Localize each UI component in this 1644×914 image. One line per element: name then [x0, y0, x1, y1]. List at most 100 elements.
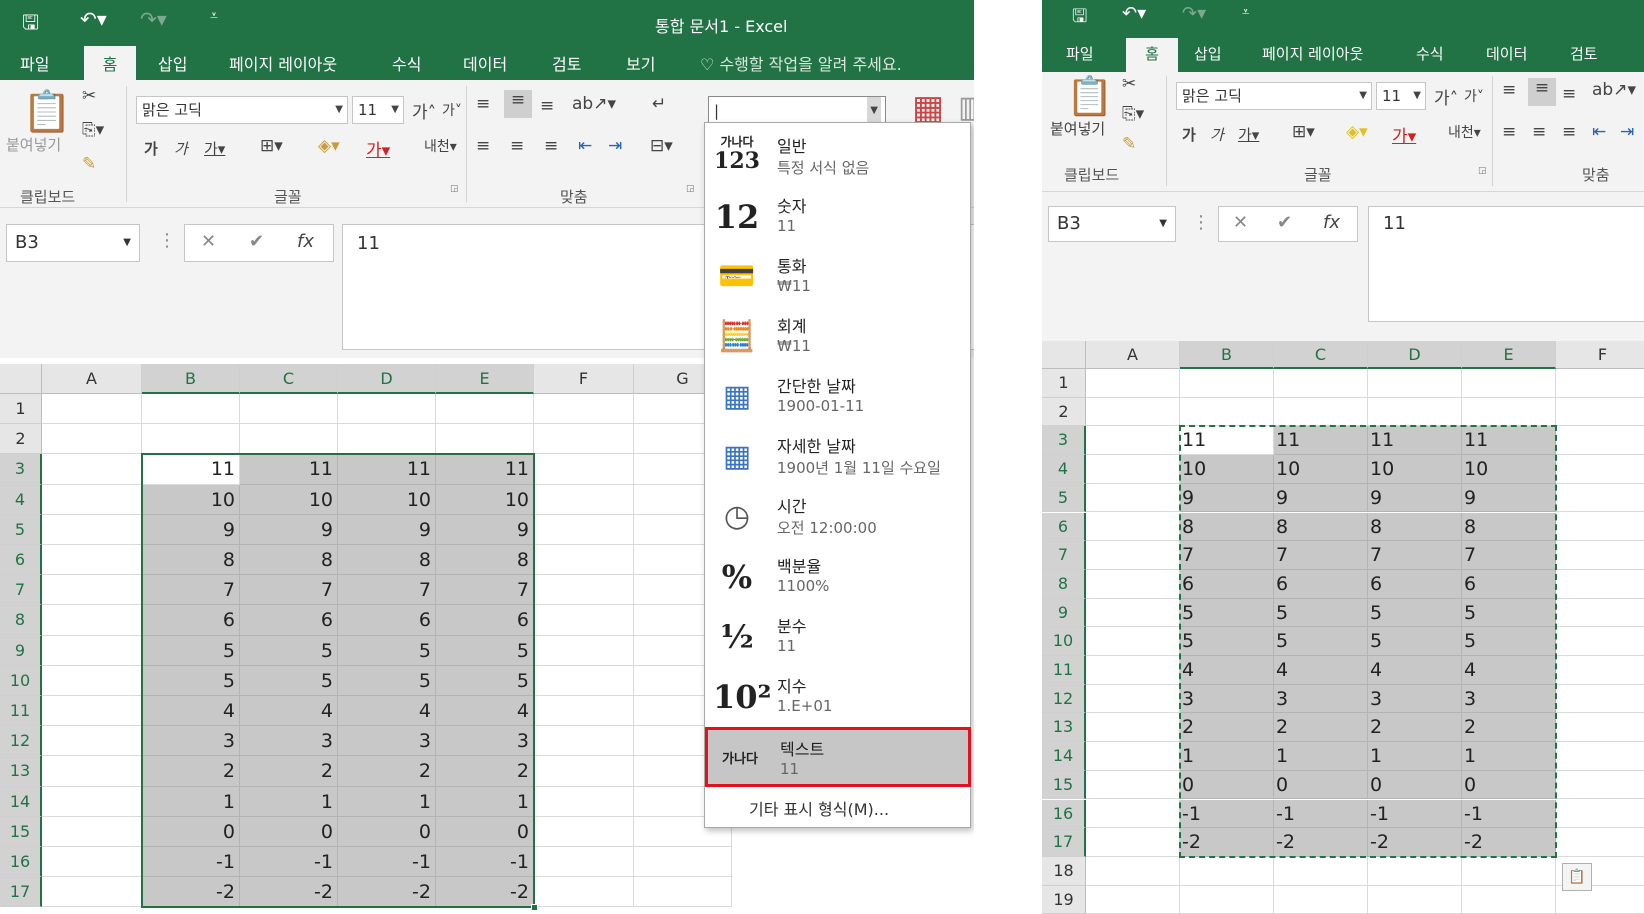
cell-b12[interactable]: 3: [1180, 684, 1274, 714]
cell-d11[interactable]: 4: [1368, 656, 1462, 685]
cell-a12[interactable]: [1086, 684, 1180, 714]
tab-home[interactable]: 홈: [1126, 38, 1178, 72]
cell-e10[interactable]: 5: [1462, 627, 1556, 656]
cell-b13[interactable]: 2: [142, 756, 240, 787]
cell-e7[interactable]: 7: [1462, 541, 1556, 570]
cell-c12[interactable]: 3: [1274, 684, 1368, 714]
cell-d17[interactable]: -2: [338, 877, 436, 908]
row-header-10[interactable]: 10: [0, 665, 42, 696]
cell-d5[interactable]: 9: [338, 514, 436, 545]
row-header-1[interactable]: 1: [0, 394, 42, 425]
cell-b15[interactable]: 0: [1180, 770, 1274, 800]
cell-a13[interactable]: [42, 756, 142, 787]
cell-b15[interactable]: 0: [142, 816, 240, 847]
cell-a19[interactable]: [1086, 885, 1180, 914]
row-header-8[interactable]: 8: [0, 605, 42, 636]
cell-e3[interactable]: 11: [1462, 426, 1556, 456]
cell-b12[interactable]: 3: [142, 726, 240, 757]
cell-f16[interactable]: [534, 847, 634, 878]
paste-label[interactable]: 붙여넣기: [6, 134, 61, 155]
format-option-8[interactable]: ½ 분수 11: [705, 607, 970, 667]
cut-icon[interactable]: ✂: [1122, 74, 1136, 94]
cell-a9[interactable]: [42, 635, 142, 666]
tab-insert[interactable]: 삽입: [1194, 43, 1222, 64]
underline-icon[interactable]: 가▾: [1238, 124, 1259, 145]
row-header-17[interactable]: 17: [1042, 828, 1086, 857]
fill-color-icon[interactable]: ◈▾: [318, 136, 340, 156]
cell-f10[interactable]: [1556, 627, 1644, 656]
cell-d4[interactable]: 10: [1368, 455, 1462, 484]
cell-c12[interactable]: 3: [240, 726, 338, 757]
cell-c10[interactable]: 5: [1274, 627, 1368, 656]
cell-a6[interactable]: [1086, 512, 1180, 542]
row-header-3[interactable]: 3: [0, 454, 42, 485]
customize-toolbar-icon[interactable]: ⩡: [210, 8, 218, 24]
cell-c11[interactable]: 4: [1274, 656, 1368, 685]
cell-c5[interactable]: 9: [240, 514, 338, 545]
cell-e5[interactable]: 9: [436, 514, 534, 545]
tell-me-box[interactable]: ♡ 수행할 작업을 알려 주세요.: [700, 51, 902, 75]
cell-g17[interactable]: [634, 877, 732, 908]
cell-d16[interactable]: -1: [1368, 799, 1462, 829]
paste-icon[interactable]: 📋: [22, 88, 72, 135]
cell-f6[interactable]: [1556, 513, 1644, 542]
row-header-15[interactable]: 15: [1042, 770, 1086, 800]
cell-e9[interactable]: 5: [1462, 598, 1556, 628]
cell-d5[interactable]: 9: [1368, 483, 1462, 513]
format-option-4[interactable]: ▦ 간단한 날짜 1900-01-11: [705, 367, 970, 427]
align-top-icon[interactable]: ≡: [1502, 80, 1516, 100]
select-all-corner[interactable]: [1042, 341, 1086, 369]
cell-a8[interactable]: [42, 605, 142, 636]
column-header-f[interactable]: F: [534, 364, 634, 394]
cell-e13[interactable]: 2: [1462, 713, 1556, 743]
cell-b8[interactable]: 6: [1180, 569, 1274, 599]
increase-indent-icon[interactable]: ⇥: [1620, 122, 1634, 142]
cell-b14[interactable]: 1: [142, 786, 240, 817]
cell-d11[interactable]: 4: [338, 696, 436, 727]
column-header-a[interactable]: A: [42, 364, 142, 394]
cell-a14[interactable]: [42, 786, 142, 817]
cell-e6[interactable]: 8: [1462, 512, 1556, 542]
format-option-3[interactable]: 🧮 회계 ₩11: [705, 307, 970, 367]
name-box[interactable]: B3 ▼: [1048, 206, 1176, 242]
insert-function-icon[interactable]: fx: [297, 231, 314, 252]
cell-b17[interactable]: -2: [1180, 828, 1274, 857]
row-header-12[interactable]: 12: [1042, 684, 1086, 714]
cell-c8[interactable]: 6: [1274, 569, 1368, 599]
cell-f2[interactable]: [1556, 398, 1644, 427]
cell-f3[interactable]: [1556, 426, 1644, 456]
formula-input[interactable]: 11: [1368, 206, 1644, 322]
cell-b19[interactable]: [1180, 885, 1274, 914]
cell-b6[interactable]: 8: [1180, 512, 1274, 542]
cell-d16[interactable]: -1: [338, 847, 436, 878]
cell-b8[interactable]: 6: [142, 605, 240, 636]
cell-e17[interactable]: -2: [1462, 828, 1556, 857]
align-bottom-icon[interactable]: ≡: [540, 96, 554, 116]
cell-e14[interactable]: 1: [436, 786, 534, 817]
cell-c3[interactable]: 11: [1274, 426, 1368, 456]
cell-d8[interactable]: 6: [338, 605, 436, 636]
insert-function-icon[interactable]: fx: [1323, 212, 1340, 233]
cell-c13[interactable]: 2: [240, 756, 338, 787]
cell-e18[interactable]: [1462, 856, 1556, 886]
format-painter-icon[interactable]: ✎: [1122, 134, 1136, 154]
cell-c4[interactable]: 10: [240, 484, 338, 515]
row-header-5[interactable]: 5: [1042, 483, 1086, 513]
format-option-7[interactable]: % 백분율 1100%: [705, 547, 970, 607]
cell-f13[interactable]: [534, 756, 634, 787]
underline-icon[interactable]: 가▾: [204, 138, 225, 159]
cell-d9[interactable]: 5: [1368, 598, 1462, 628]
cell-f3[interactable]: [534, 454, 634, 485]
cell-d9[interactable]: 5: [338, 635, 436, 666]
decrease-font-icon[interactable]: 가˅: [1464, 86, 1484, 106]
dialog-launcher-icon[interactable]: ◲: [1478, 166, 1487, 176]
cell-d7[interactable]: 7: [338, 575, 436, 606]
cell-a15[interactable]: [1086, 770, 1180, 800]
cell-e1[interactable]: [436, 394, 534, 425]
cell-f14[interactable]: [1556, 742, 1644, 771]
column-header-d[interactable]: D: [1368, 341, 1462, 369]
column-header-a[interactable]: A: [1086, 341, 1180, 369]
cell-d18[interactable]: [1368, 856, 1462, 886]
cell-f10[interactable]: [534, 665, 634, 696]
cell-f1[interactable]: [1556, 369, 1644, 398]
